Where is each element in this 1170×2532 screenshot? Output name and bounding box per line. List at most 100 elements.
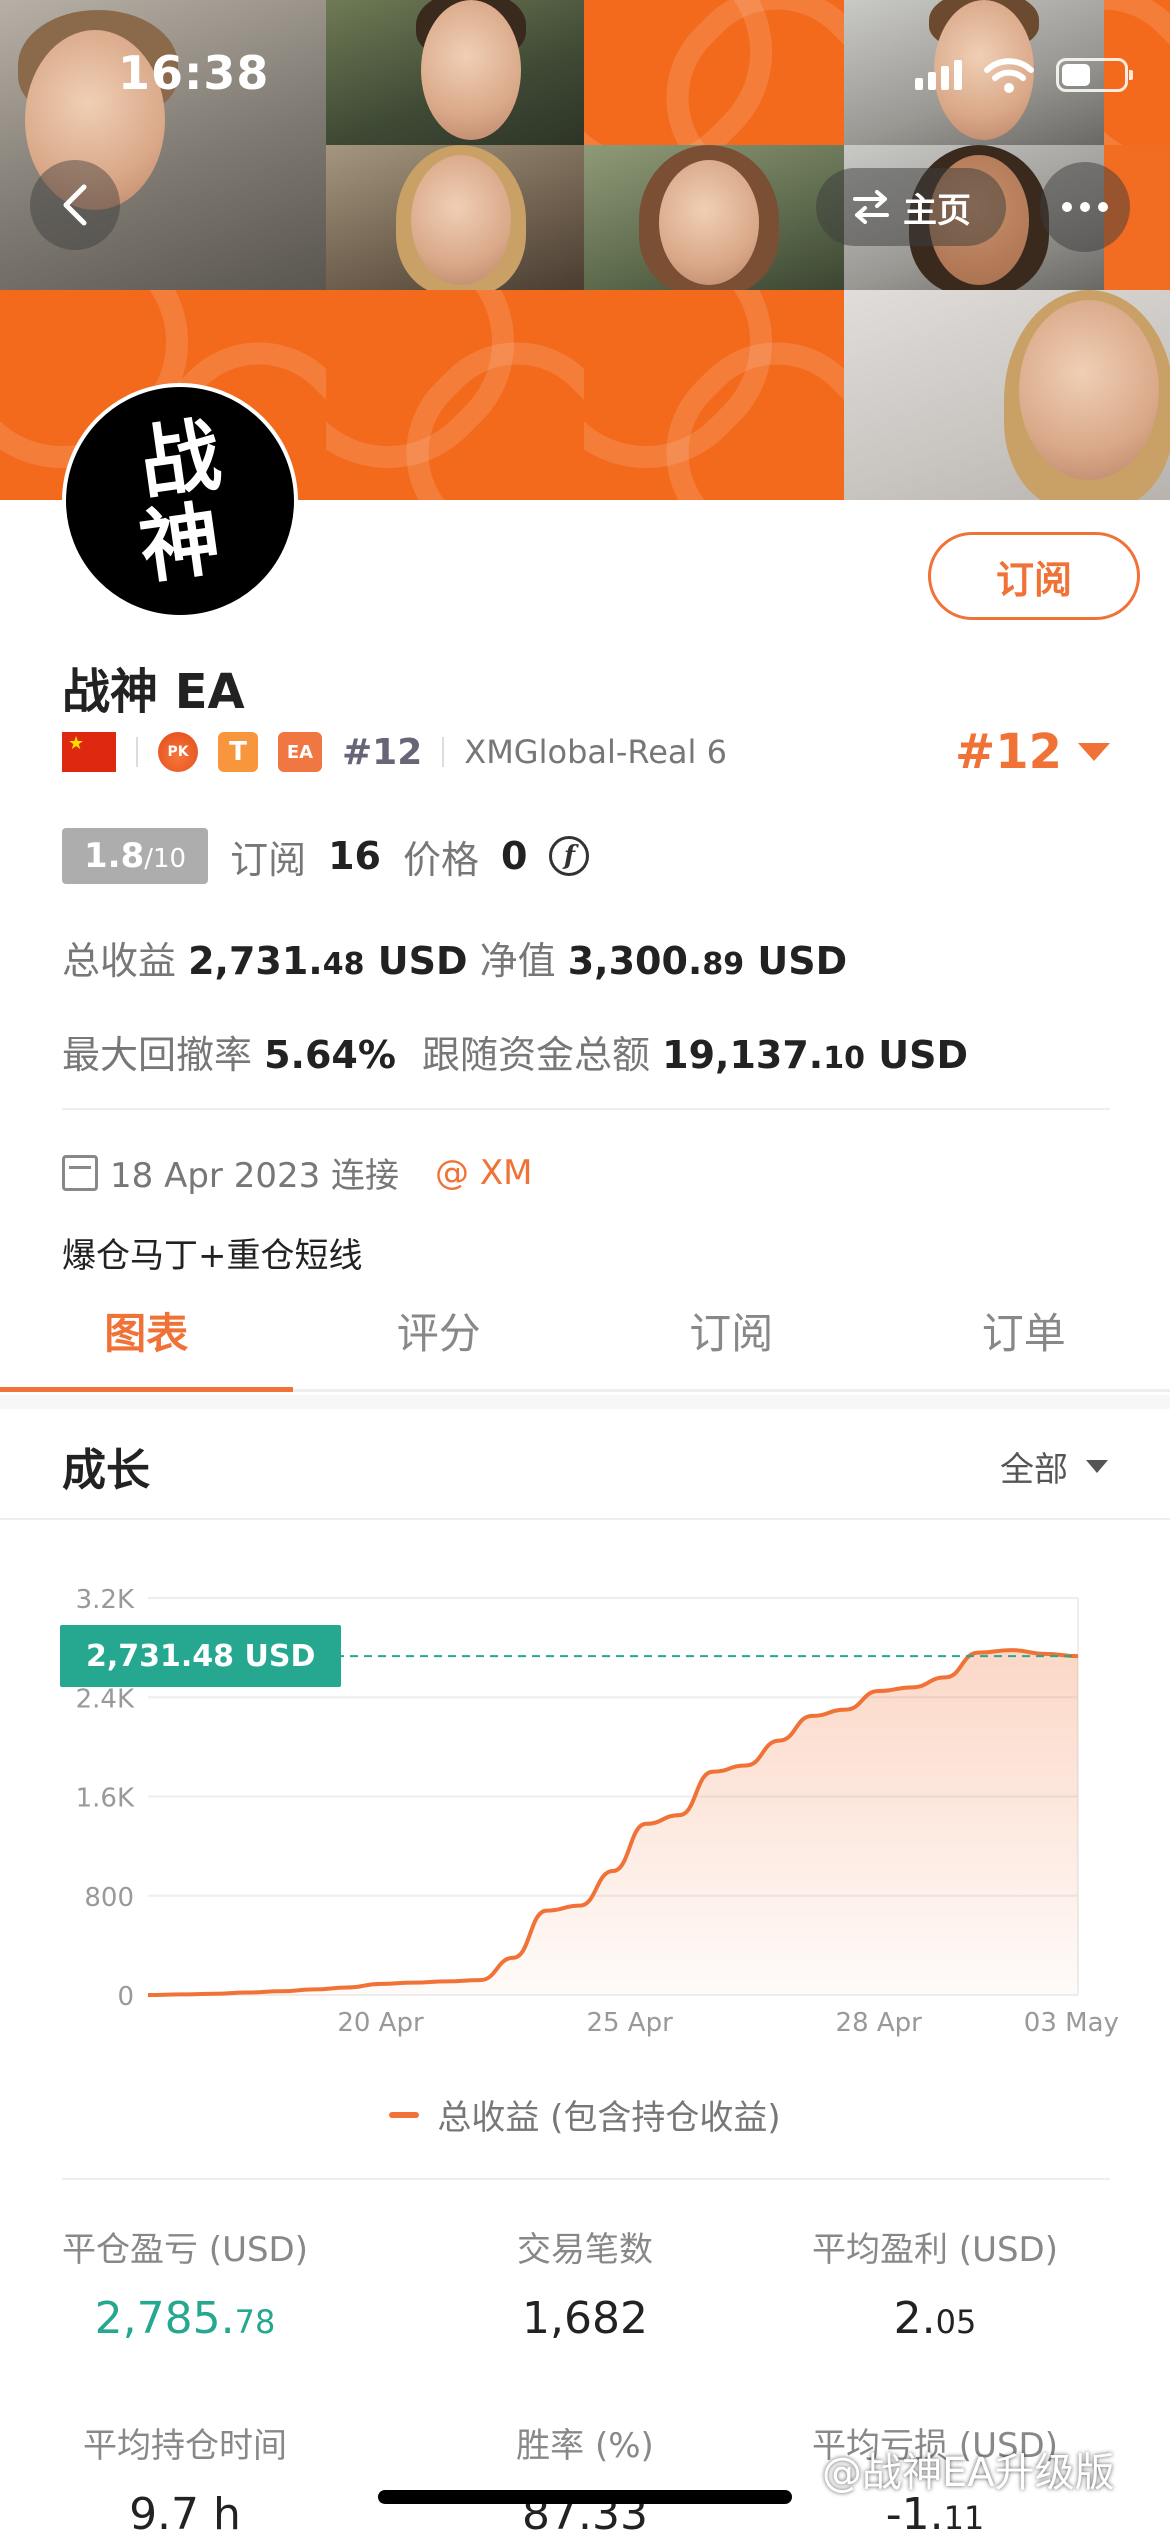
equity-value: 3,300.89 USD (567, 939, 848, 983)
legend-swatch (389, 2111, 420, 2118)
status-icons (915, 56, 1133, 94)
app-screen: 16:38 主页 战 神 订阅 战神 EA ★ PK T EA #12 XMGl… (0, 0, 1170, 2532)
profit-row: 总收益 2,731.48 USD 净值 3,300.89 USD (62, 930, 847, 985)
x-tick-label: 28 Apr (836, 2008, 923, 2038)
total-profit-value: 2,731.48 USD (188, 939, 468, 983)
stat-value: 2.05 (893, 2293, 977, 2344)
x-tick-label: 03 May (1024, 2008, 1119, 2038)
subscribe-count-label: 订阅 (230, 837, 307, 882)
series-area (148, 1650, 1078, 1995)
pk-badge[interactable]: PK (158, 732, 198, 772)
calendar-icon (62, 1154, 98, 1191)
stat-item: 平仓盈亏 (USD) 2,785.78 (5, 2222, 365, 2344)
subscribe-button[interactable]: 订阅 (928, 532, 1140, 620)
stat-item: 平均盈利 (USD) 2.05 (755, 2222, 1115, 2344)
y-tick-label: 1.6K (76, 1784, 135, 1814)
coin-icon: f (549, 836, 590, 876)
y-tick-label: 2.4K (76, 1684, 135, 1714)
more-dot-icon (1062, 202, 1072, 212)
switch-icon (853, 190, 889, 224)
stat-label: 平均持仓时间 (83, 2426, 287, 2466)
divider (62, 1108, 1110, 1110)
follow-funds-label: 跟随资金总额 (422, 1033, 651, 1077)
rank-selector[interactable]: #12 (955, 724, 1111, 780)
tab-orders[interactable]: 订单 (878, 1288, 1170, 1389)
badge-row: PK T EA #12 XMGlobal-Real 6 (62, 728, 727, 776)
stat-item: 交易笔数 1,682 (405, 2222, 765, 2344)
server-name: XMGlobal-Real 6 (464, 733, 727, 771)
max-drawdown-value: 5.64% (264, 1033, 396, 1077)
cover-photo (326, 0, 584, 145)
cover-photo (584, 145, 844, 290)
home-label: 主页 (903, 190, 971, 231)
battery-icon (1056, 58, 1133, 92)
x-tick-label: 20 Apr (337, 2008, 424, 2038)
growth-header: 成长 全部 (0, 1410, 1170, 1520)
cover-pattern (584, 0, 844, 145)
cover-pattern (326, 290, 584, 500)
rank-value: #12 (955, 724, 1063, 780)
avatar[interactable]: 战 神 (62, 383, 298, 619)
growth-chart: 3.2K 2.4K 1.6K 800 0 20 Apr 25 Apr 28 Apr 03 May… (0, 1560, 1170, 2060)
max-drawdown-label: 最大回撤率 (62, 1033, 253, 1077)
t-badge[interactable]: T (218, 732, 258, 772)
cover-pattern (584, 290, 844, 500)
x-tick-label: 25 Apr (586, 2008, 673, 2038)
y-tick-label: 3.2K (76, 1585, 135, 1615)
status-time: 16:38 (118, 46, 270, 100)
connection-info: 18 Apr 2023 连接 @ XM (62, 1148, 532, 1197)
separator (136, 737, 138, 767)
chevron-left-icon (63, 184, 87, 226)
tab-chart[interactable]: 图表 (0, 1288, 293, 1392)
period-filter-label: 全部 (1000, 1450, 1068, 1490)
separator (442, 737, 445, 767)
equity-label: 净值 (479, 939, 556, 983)
legend-label: 总收益 (包含持仓收益) (437, 2098, 781, 2138)
more-button[interactable] (1040, 162, 1130, 252)
more-dot-icon (1098, 202, 1108, 212)
drawdown-row: 最大回撤率 5.64% 跟随资金总额 19,137.10 USD (62, 1024, 968, 1079)
stat-value: 2,785.78 (94, 2293, 276, 2344)
stat-value: 9.7 h (129, 2489, 241, 2532)
follow-funds-value: 19,137.10 USD (662, 1033, 968, 1077)
cover-photo (0, 0, 326, 290)
period-filter[interactable]: 全部 (1000, 1442, 1108, 1491)
home-button[interactable]: 主页 (816, 168, 1006, 246)
chart-legend[interactable]: 总收益 (包含持仓收益) (0, 2090, 1170, 2139)
china-flag-icon (62, 732, 116, 772)
broker-link[interactable]: @ XM (435, 1153, 532, 1193)
profile-name: 战神 EA (62, 664, 245, 720)
growth-title: 成长 (62, 1445, 150, 1496)
section-gap (0, 1395, 1170, 1409)
price-value: 0 (501, 834, 528, 878)
divider (62, 2178, 1110, 2180)
subscribe-count: 16 (328, 834, 381, 878)
avatar-char: 神 (133, 490, 227, 596)
rank-small: #12 (342, 731, 423, 773)
stat-label: 胜率 (%) (516, 2426, 654, 2466)
stat-item: 平均持仓时间 9.7 h (5, 2418, 365, 2532)
cover-photo (844, 290, 1170, 500)
stat-item: 胜率 (%) 87.33 (405, 2418, 765, 2532)
stat-label: 平仓盈亏 (USD) (62, 2230, 308, 2270)
rating-row: 1.8/10 订阅 16 价格 0 f (62, 828, 590, 884)
cover-photo (326, 145, 584, 290)
caret-down-icon (1078, 743, 1111, 761)
tab-subscriptions[interactable]: 订阅 (585, 1288, 878, 1389)
ea-badge[interactable]: EA (278, 732, 322, 772)
stat-label: 平均盈利 (USD) (812, 2230, 1058, 2270)
more-dot-icon (1080, 202, 1090, 212)
stat-label: 交易笔数 (517, 2230, 653, 2270)
current-value-tooltip: 2,731.48 USD (60, 1625, 342, 1688)
price-label: 价格 (402, 837, 479, 882)
back-button[interactable] (30, 160, 120, 250)
strategy-description: 爆仓马丁+重仓短线 (62, 1236, 363, 1276)
tab-rating[interactable]: 评分 (293, 1288, 586, 1389)
tab-bar: 图表 评分 订阅 订单 (0, 1288, 1170, 1392)
signal-icon (915, 60, 962, 90)
stat-value: 1,682 (522, 2293, 648, 2344)
score-badge: 1.8/10 (62, 828, 209, 884)
caret-down-icon (1086, 1460, 1108, 1473)
watermark: @战神EA升级版 (822, 2450, 1115, 2496)
connected-date: 18 Apr 2023 连接 (110, 1156, 400, 1196)
